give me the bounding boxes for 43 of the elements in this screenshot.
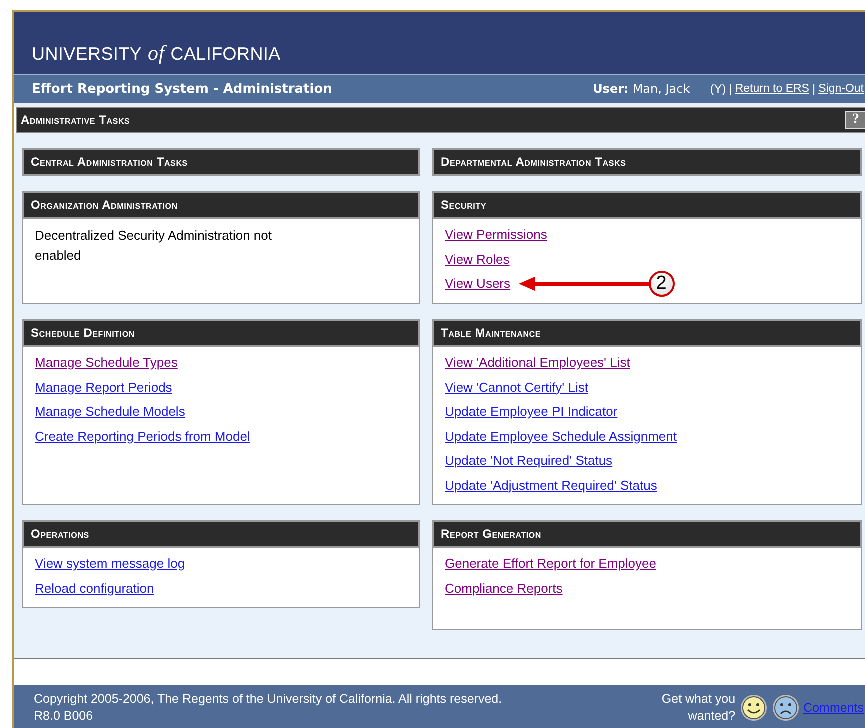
task-link[interactable]: View Permissions — [445, 226, 548, 244]
user-name: Man, Jack — [632, 82, 690, 96]
sad-face-icon[interactable] — [772, 694, 800, 722]
separator: | — [729, 82, 732, 96]
column-title: Central Administration Tasks — [31, 155, 188, 169]
task-link[interactable]: Update 'Not Required' Status — [445, 452, 613, 470]
task-link[interactable]: Manage Schedule Models — [35, 403, 186, 421]
panel-title: Report Generation — [441, 527, 542, 541]
task-link[interactable]: Manage Schedule Types — [35, 354, 178, 372]
user-role-text: (Y) — [710, 82, 726, 96]
panel-title: Operations — [31, 527, 90, 541]
header-link[interactable]: Sign-Out — [818, 83, 864, 95]
smiley-face-icon[interactable] — [740, 694, 768, 722]
task-link[interactable]: Create Reporting Periods from Model — [35, 428, 250, 446]
copyright-text: Copyright 2005-2006, The Regents of the University of California. All rights reserved. — [34, 690, 502, 708]
section-title: Administrative Tasks — [21, 113, 130, 127]
system-title: Effort Reporting System - Administration — [32, 82, 334, 96]
help-button[interactable]: ? — [845, 111, 865, 129]
task-link[interactable]: View 'Additional Employees' List — [445, 354, 630, 372]
user-label: User: — [593, 82, 629, 96]
version-text: R8.0 B006 — [34, 708, 94, 724]
header-link[interactable]: Return to ERS — [735, 83, 810, 95]
panel-title: Table Maintenance — [441, 326, 541, 340]
task-link[interactable]: Compliance Reports — [445, 580, 563, 598]
feedback-prompt: Get what you wanted? — [660, 690, 736, 724]
callout-number: 2 — [648, 271, 675, 297]
task-link[interactable]: View 'Cannot Certify' List — [445, 378, 588, 396]
panel-title: Organization Administration — [31, 198, 178, 212]
column-title: Departmental Administration Tasks — [441, 155, 626, 169]
task-link[interactable]: Generate Effort Report for Employee — [445, 555, 656, 573]
panel-title: Security — [441, 198, 487, 212]
task-link[interactable]: View Users — [445, 275, 511, 293]
status-message: Decentralized Security Administration not enabled — [35, 227, 274, 265]
task-link[interactable]: View Roles — [445, 250, 510, 268]
task-link[interactable]: Manage Report Periods — [35, 378, 172, 396]
separator: | — [812, 82, 816, 96]
university-logo: UNIVERSITY of CALIFORNIA — [32, 41, 281, 66]
panel-title: Schedule Definition — [31, 326, 135, 340]
task-link[interactable]: Update Employee Schedule Assignment — [445, 428, 677, 446]
task-link[interactable]: Update Employee PI Indicator — [445, 403, 618, 421]
task-link[interactable]: Update 'Adjustment Required' Status — [445, 476, 658, 494]
task-link[interactable]: Reload configuration — [35, 580, 154, 598]
task-link[interactable]: View system message log — [35, 555, 186, 573]
